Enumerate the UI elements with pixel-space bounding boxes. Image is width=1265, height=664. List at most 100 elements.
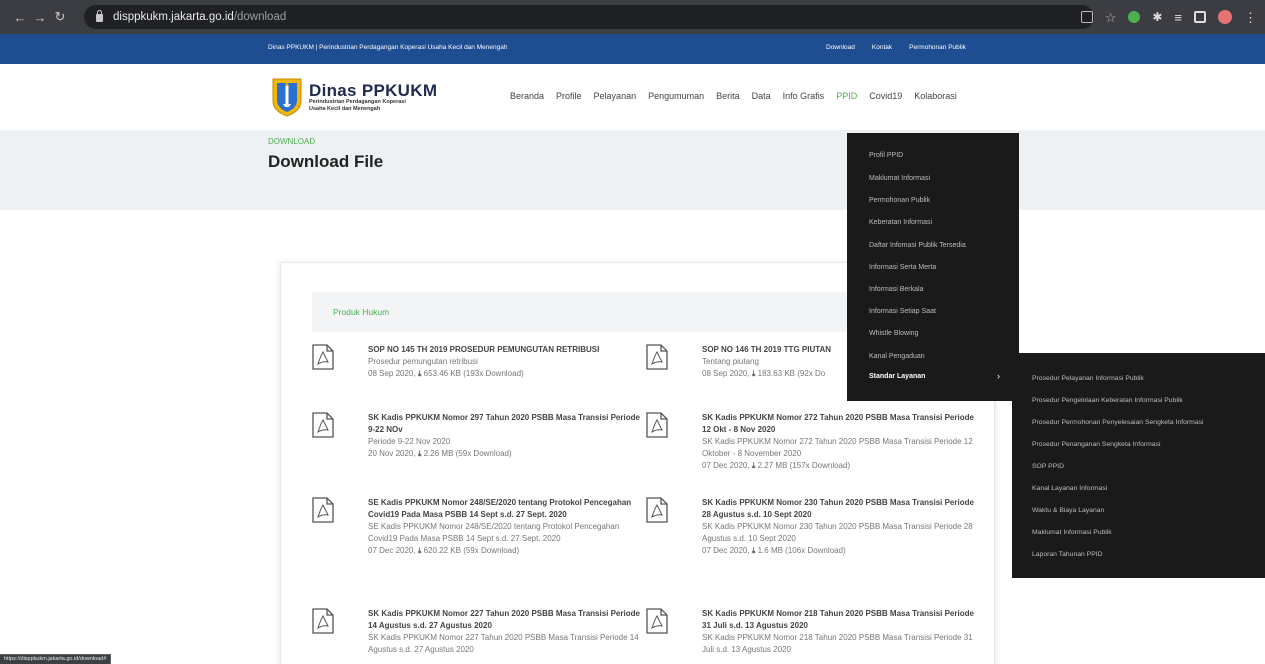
doc-date: 08 Sep 2020, [368, 369, 416, 378]
reading-list-icon[interactable]: ≡ [1174, 11, 1182, 24]
extensions-puzzle-icon[interactable]: ✱ [1152, 11, 1162, 23]
submenu-item-prosedur-penanganan-sengketa[interactable]: Prosedur Penanganan Sengketa Informasi [1032, 441, 1160, 448]
nav-item-berita[interactable]: Berita [716, 91, 740, 101]
submenu-item-laporan-tahunan[interactable]: Laporan Tahunan PPID [1032, 551, 1103, 558]
doc-title[interactable]: SK Kadis PPKUKM Nomor 297 Tahun 2020 PSB… [368, 412, 648, 436]
site-header: Dinas PPKUKM Perindustrian Perdagangan K… [0, 64, 1265, 130]
menu-item-kanal-pengaduan[interactable]: Kanal Pengaduan [869, 353, 925, 360]
jakarta-emblem-icon [272, 78, 302, 117]
doc-date: 07 Dec 2020, [702, 461, 750, 470]
doc-description: SK Kadis PPKUKM Nomor 230 Tahun 2020 PSB… [702, 522, 973, 543]
submenu-item-prosedur-keberatan[interactable]: Prosedur Pengelolaan Keberatan Informasi… [1032, 397, 1183, 404]
menu-item-whistle-blowing[interactable]: Whistle Blowing [869, 330, 918, 337]
doc-title[interactable]: SK Kadis PPKUKM Nomor 272 Tahun 2020 PSB… [702, 412, 982, 436]
top-link-download[interactable]: Download [826, 44, 855, 51]
submenu-item-maklumat-informasi-publik[interactable]: Maklumat Informasi Publik [1032, 529, 1112, 536]
submenu-item-waktu-biaya[interactable]: Waktu & Biaya Layanan [1032, 507, 1104, 514]
doc-title[interactable]: SE Kadis PPKUKM Nomor 248/SE/2020 tentan… [368, 497, 648, 521]
submenu-item-kanal-layanan[interactable]: Kanal Layanan Informasi [1032, 485, 1107, 492]
nav-item-beranda[interactable]: Beranda [510, 91, 544, 101]
doc-title[interactable]: SK Kadis PPKUKM Nomor 230 Tahun 2020 PSB… [702, 497, 982, 521]
doc-title[interactable]: SK Kadis PPKUKM Nomor 227 Tahun 2020 PSB… [368, 608, 648, 632]
download-icon[interactable]: ⤓ [418, 449, 422, 458]
doc-description: SE Kadis PPKUKM Nomor 248/SE/2020 tentan… [368, 522, 620, 543]
doc-size: 1.6 MB (106x Download) [757, 546, 846, 555]
doc-meta: 07 Dec 2020, ⤓ 1.6 MB (106x Download) [702, 545, 982, 557]
side-panel-icon[interactable] [1194, 11, 1206, 23]
doc-title[interactable]: SK Kadis PPKUKM Nomor 218 Tahun 2020 PSB… [702, 608, 982, 632]
doc-meta: 08 Sep 2020, ⤓ 653.46 KB (193x Download) [368, 368, 648, 380]
menu-item-keberatan-informasi[interactable]: Keberatan Informasi [869, 219, 932, 226]
standar-layanan-submenu: Prosedur Pelayanan Informasi Publik Pros… [1012, 353, 1265, 578]
page-header-band: DOWNLOAD Download File [0, 130, 1265, 210]
browser-menu-icon[interactable]: ⋮ [1244, 11, 1257, 24]
pdf-file-icon[interactable] [312, 608, 334, 634]
nav-item-covid19[interactable]: Covid19 [869, 91, 902, 101]
page-title: Download File [268, 152, 384, 171]
doc-date: 20 Nov 2020, [368, 449, 416, 458]
status-url: https://disppkukm.jakarta.go.id/download… [4, 656, 107, 662]
breadcrumb[interactable]: DOWNLOAD [268, 137, 315, 146]
download-icon[interactable]: ⤓ [752, 369, 756, 378]
section-label: Produk Hukum [333, 307, 390, 317]
menu-item-standar-layanan[interactable]: Standar Layanan [869, 373, 925, 380]
doc-description: SK Kadis PPKUKM Nomor 218 Tahun 2020 PSB… [702, 633, 973, 654]
section-header[interactable] [312, 292, 852, 332]
forward-icon[interactable]: → [30, 10, 50, 25]
menu-item-profil-ppid[interactable]: Profil PPID [869, 152, 903, 159]
nav-item-pengumuman[interactable]: Pengumuman [648, 91, 704, 101]
pdf-file-icon[interactable] [312, 412, 334, 438]
chevron-right-icon: › [997, 371, 1000, 381]
doc-meta: 20 Nov 2020, ⤓ 2.26 MB (59x Download) [368, 448, 648, 460]
download-icon[interactable]: ⤓ [418, 546, 422, 555]
doc-description: SK Kadis PPKUKM Nomor 227 Tahun 2020 PSB… [368, 633, 639, 654]
pdf-file-icon[interactable] [646, 497, 668, 523]
pdf-file-icon[interactable] [646, 608, 668, 634]
browser-toolbar: ← → ↻ disppkukm.jakarta.go.id/download ☆… [0, 0, 1265, 34]
submenu-item-sop-ppid[interactable]: SOP PPID [1032, 463, 1064, 470]
main-nav: Beranda Profile Pelayanan Pengumuman Ber… [510, 91, 969, 101]
download-icon[interactable]: ⤓ [752, 461, 756, 470]
menu-item-permohonan-publik[interactable]: Permohonan Publik [869, 197, 930, 204]
nav-item-profile[interactable]: Profile [556, 91, 582, 101]
doc-description: Prosedur pemungutan retribusi [368, 357, 478, 366]
submenu-item-prosedur-permohonan-sengketa[interactable]: Prosedur Permohonan Penyelesaian Sengket… [1032, 419, 1204, 426]
menu-item-informasi-berkala[interactable]: Informasi Berkala [869, 286, 923, 293]
doc-description: SK Kadis PPKUKM Nomor 272 Tahun 2020 PSB… [702, 437, 973, 458]
pdf-file-icon[interactable] [646, 412, 668, 438]
doc-date: 07 Dec 2020, [702, 546, 750, 555]
logo-title: Dinas PPKUKM [309, 81, 438, 100]
doc-description: Periode 9-22 Nov 2020 [368, 437, 451, 446]
pdf-file-icon[interactable] [646, 344, 668, 370]
top-link-kontak[interactable]: Kontak [872, 44, 892, 51]
download-icon[interactable]: ⤓ [752, 546, 756, 555]
nav-item-ppid[interactable]: PPID [836, 91, 857, 101]
doc-meta: 07 Dec 2020, ⤓ 2.27 MB (157x Download) [702, 460, 982, 472]
nav-item-pelayanan[interactable]: Pelayanan [594, 91, 637, 101]
link-status-bar: https://disppkukm.jakarta.go.id/download… [0, 654, 112, 664]
nav-item-data[interactable]: Data [752, 91, 771, 101]
menu-item-maklumat-informasi[interactable]: Maklumat Informasi [869, 175, 930, 182]
pdf-file-icon[interactable] [312, 344, 334, 370]
nav-item-kolaborasi[interactable]: Kolaborasi [914, 91, 957, 101]
top-link-permohonan-publik[interactable]: Permohonan Publik [909, 44, 966, 51]
profile-avatar-icon[interactable] [1218, 10, 1232, 24]
doc-date: 07 Dec 2020, [368, 546, 416, 555]
nav-item-info-grafis[interactable]: Info Grafis [783, 91, 825, 101]
download-icon[interactable]: ⤓ [418, 369, 422, 378]
share-icon[interactable] [1080, 11, 1093, 23]
top-links: Download Kontak Permohonan Publik [826, 44, 966, 51]
back-icon[interactable]: ← [10, 10, 30, 25]
submenu-item-prosedur-pelayanan[interactable]: Prosedur Pelayanan Informasi Publik [1032, 375, 1144, 382]
menu-item-daftar-informasi-publik[interactable]: Daftar Infomasi Publik Tersedia [869, 242, 966, 249]
extension-icon[interactable] [1128, 11, 1141, 23]
reload-icon[interactable]: ↻ [50, 9, 70, 25]
doc-title[interactable]: SOP NO 145 TH 2019 PROSEDUR PEMUNGUTAN R… [368, 344, 648, 356]
menu-item-informasi-setiap-saat[interactable]: Informasi Setiap Saat [869, 308, 936, 315]
agency-name: Dinas PPKUKM | Perindustrian Perdagangan… [268, 44, 508, 51]
site-logo[interactable]: Dinas PPKUKM Perindustrian Perdagangan K… [270, 77, 437, 117]
pdf-file-icon[interactable] [312, 497, 334, 523]
bookmark-star-icon[interactable]: ☆ [1105, 11, 1117, 24]
menu-item-informasi-serta-merta[interactable]: Informasi Serta Merta [869, 264, 936, 271]
address-bar[interactable]: disppkukm.jakarta.go.id/download [84, 5, 1094, 29]
